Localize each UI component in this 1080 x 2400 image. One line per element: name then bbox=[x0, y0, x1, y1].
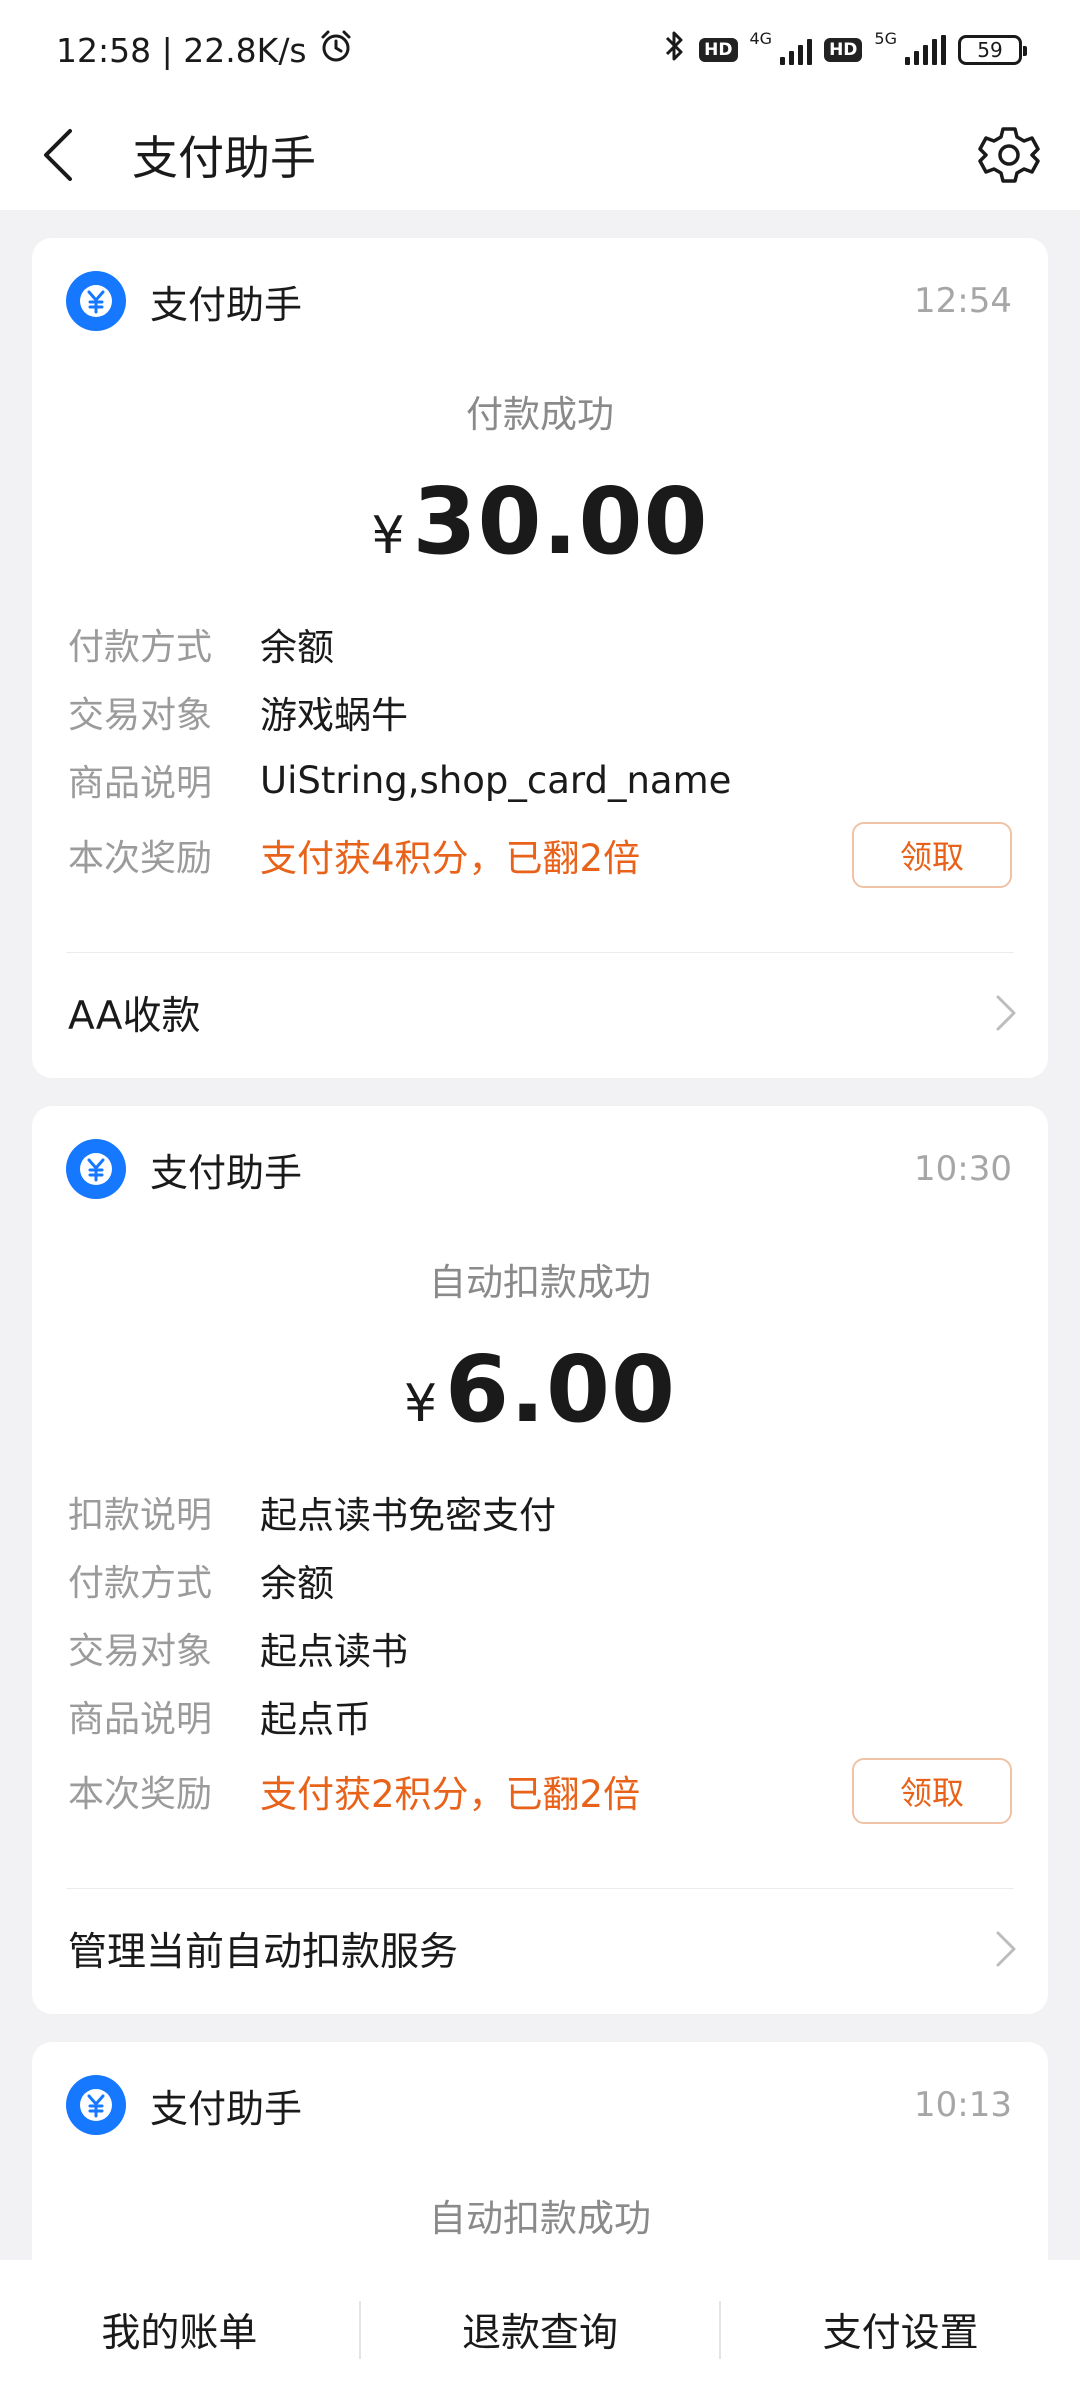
yuan-logo-icon bbox=[66, 271, 126, 331]
currency-symbol: ¥ bbox=[371, 506, 405, 566]
detail-label: 交易对象 bbox=[68, 695, 213, 736]
detail-row-reward: 本次奖励 支付获4积分，已翻2倍 领取 bbox=[68, 820, 1012, 890]
bottom-menu-bar: 我的账单 退款查询 支付设置 bbox=[0, 2260, 1080, 2400]
amount-value: 30.00 bbox=[412, 468, 709, 575]
auto-debit-card: 支付助手 10:30 自动扣款成功 ¥6.00 扣款说明 起点读书免密支付 付款… bbox=[32, 1106, 1048, 2014]
settings-button[interactable] bbox=[974, 120, 1044, 190]
card-time: 10:13 bbox=[914, 2085, 1012, 2125]
reward-value: 支付获4积分，已翻2倍 bbox=[260, 837, 641, 880]
link-text: 管理当前自动扣款服务 bbox=[68, 1930, 459, 1975]
back-arrow-icon bbox=[44, 129, 72, 181]
claim-reward-button[interactable]: 领取 bbox=[852, 822, 1012, 888]
detail-value: 起点读书 bbox=[260, 1630, 408, 1673]
amount-value: 6.00 bbox=[445, 1336, 677, 1443]
detail-label: 商品说明 bbox=[68, 763, 213, 804]
card-time: 10:30 bbox=[914, 1149, 1012, 1189]
link-text: AA收款 bbox=[68, 994, 201, 1039]
payment-amount: ¥30.00 bbox=[32, 468, 1048, 575]
signal-4g-icon bbox=[780, 35, 813, 65]
detail-row-payment-method: 付款方式 余额 bbox=[68, 614, 1012, 674]
hd-badge-2: HD bbox=[824, 38, 863, 62]
yuan-logo-icon bbox=[66, 2075, 126, 2135]
chevron-right-icon bbox=[996, 1931, 1016, 1967]
aa-collect-link[interactable]: AA收款 bbox=[68, 968, 1018, 1058]
status-right: HD 4G HD 5G 59 bbox=[663, 28, 1027, 72]
claim-reward-button[interactable]: 领取 bbox=[852, 1758, 1012, 1824]
status-time-speed: 12:58 | 22.8K/s bbox=[56, 30, 307, 70]
auto-debit-card-partial: 支付助手 10:13 自动扣款成功 bbox=[32, 2042, 1048, 2260]
card-time: 12:54 bbox=[914, 281, 1012, 321]
status-bar: 12:58 | 22.8K/s HD 4G HD 5G 59 bbox=[0, 0, 1080, 100]
refund-query-button[interactable]: 退款查询 bbox=[361, 2260, 720, 2400]
signal-5g-icon bbox=[905, 35, 946, 65]
payment-card: 支付助手 12:54 付款成功 ¥30.00 付款方式 余额 交易对象 游戏蜗牛… bbox=[32, 238, 1048, 1078]
detail-row-product: 商品说明 UiString,shop_card_name bbox=[68, 750, 1012, 810]
net-5g-label: 5G bbox=[874, 28, 897, 48]
message-feed[interactable]: 支付助手 12:54 付款成功 ¥30.00 付款方式 余额 交易对象 游戏蜗牛… bbox=[0, 210, 1080, 2260]
card-divider bbox=[66, 952, 1014, 953]
net-4g-label: 4G bbox=[749, 28, 773, 48]
payment-status: 自动扣款成功 bbox=[429, 2197, 651, 2240]
currency-symbol: ¥ bbox=[403, 1374, 438, 1434]
payment-amount: ¥6.00 bbox=[32, 1336, 1048, 1443]
manage-auto-debit-link[interactable]: 管理当前自动扣款服务 bbox=[68, 1904, 1018, 1994]
detail-label: 本次奖励 bbox=[68, 1774, 213, 1815]
detail-row-debit-note: 扣款说明 起点读书免密支付 bbox=[68, 1482, 1012, 1542]
detail-label: 商品说明 bbox=[68, 1699, 213, 1740]
detail-label: 付款方式 bbox=[68, 1563, 213, 1604]
detail-row-counterparty: 交易对象 游戏蜗牛 bbox=[68, 682, 1012, 742]
card-header: 支付助手 10:30 bbox=[66, 1138, 1012, 1200]
detail-value: 起点币 bbox=[260, 1698, 371, 1741]
detail-value: 余额 bbox=[260, 626, 334, 669]
reward-value: 支付获2积分，已翻2倍 bbox=[260, 1773, 641, 1816]
card-brand-name: 支付助手 bbox=[150, 1150, 303, 1195]
card-brand-name: 支付助手 bbox=[150, 2086, 303, 2131]
my-bills-button[interactable]: 我的账单 bbox=[0, 2260, 359, 2400]
detail-row-counterparty: 交易对象 起点读书 bbox=[68, 1618, 1012, 1678]
gear-icon bbox=[978, 127, 1040, 183]
card-header: 支付助手 10:13 bbox=[66, 2074, 1012, 2136]
detail-row-payment-method: 付款方式 余额 bbox=[68, 1550, 1012, 1610]
yuan-logo-icon bbox=[66, 1139, 126, 1199]
detail-value: UiString,shop_card_name bbox=[260, 758, 732, 802]
detail-label: 扣款说明 bbox=[68, 1495, 213, 1536]
back-button[interactable] bbox=[40, 120, 90, 190]
detail-label: 本次奖励 bbox=[68, 838, 213, 879]
battery-level: 59 bbox=[977, 38, 1003, 62]
card-brand-name: 支付助手 bbox=[150, 282, 303, 327]
app-header: 支付助手 bbox=[0, 100, 1080, 210]
status-left: 12:58 | 22.8K/s bbox=[56, 27, 355, 73]
payment-settings-button[interactable]: 支付设置 bbox=[721, 2260, 1080, 2400]
detail-label: 交易对象 bbox=[68, 1631, 213, 1672]
detail-row-product: 商品说明 起点币 bbox=[68, 1686, 1012, 1746]
card-header: 支付助手 12:54 bbox=[66, 270, 1012, 332]
detail-label: 付款方式 bbox=[68, 627, 213, 668]
alarm-icon bbox=[317, 27, 355, 73]
chevron-right-icon bbox=[996, 995, 1016, 1031]
payment-status: 付款成功 bbox=[466, 393, 614, 436]
hd-badge-1: HD bbox=[699, 38, 738, 62]
detail-value: 游戏蜗牛 bbox=[260, 694, 408, 737]
battery-icon: 59 bbox=[958, 35, 1027, 65]
card-divider bbox=[66, 1888, 1014, 1889]
detail-value: 余额 bbox=[260, 1562, 334, 1605]
detail-value: 起点读书免密支付 bbox=[260, 1494, 556, 1537]
detail-row-reward: 本次奖励 支付获2积分，已翻2倍 领取 bbox=[68, 1756, 1012, 1826]
bluetooth-icon bbox=[663, 28, 687, 72]
page-title: 支付助手 bbox=[132, 131, 316, 185]
payment-status: 自动扣款成功 bbox=[429, 1261, 651, 1304]
